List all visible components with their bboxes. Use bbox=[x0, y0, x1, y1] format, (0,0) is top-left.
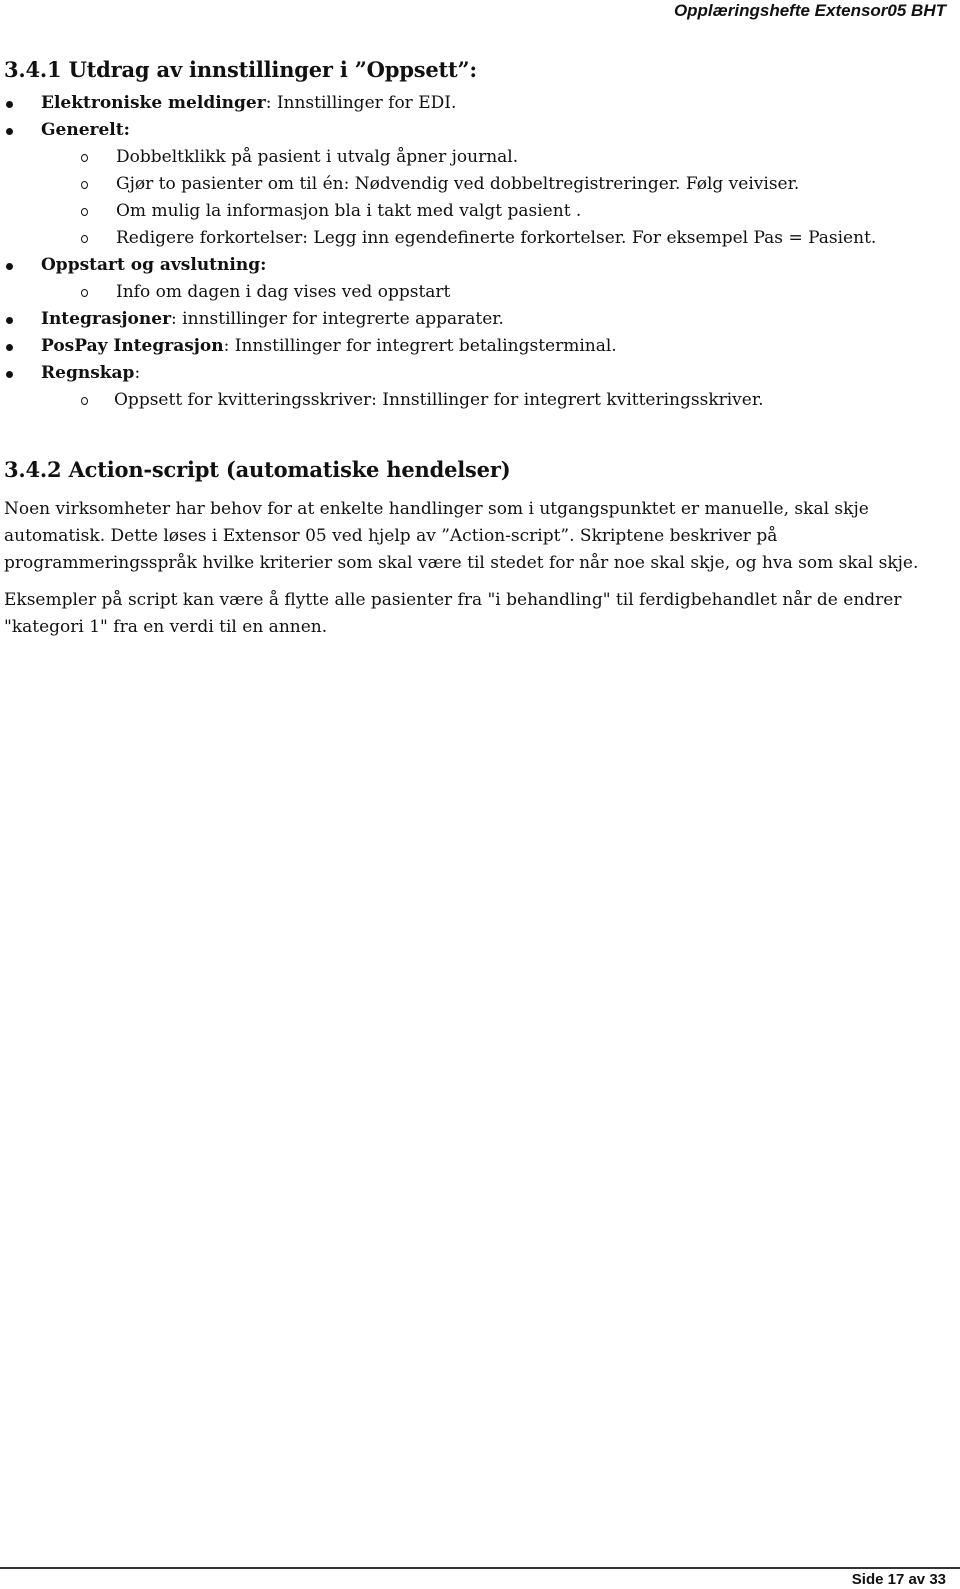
document-header-title: Opplæringshefte Extensor05 BHT bbox=[673, 1, 946, 20]
sub-item-text: Info om dagen i dag vises ved oppstart bbox=[116, 282, 451, 302]
section-heading-settings: 3.4.1 Utdrag av innstillinger i ”Oppsett… bbox=[4, 57, 477, 82]
list-item: Elektroniske meldinger: Innstillinger fo… bbox=[4, 90, 944, 117]
item-label: Generelt: bbox=[41, 120, 130, 140]
sub-bullet-icon bbox=[81, 154, 88, 162]
item-text: : bbox=[134, 363, 141, 383]
sub-list-item: Oppsett for kvitteringsskriver: Innstill… bbox=[4, 387, 944, 414]
sub-bullet-icon bbox=[81, 235, 88, 243]
sub-item-text: Dobbeltklikk på pasient i utvalg åpner j… bbox=[116, 147, 519, 167]
footer-divider bbox=[0, 1567, 960, 1569]
sub-list-item: Om mulig la informasjon bla i takt med v… bbox=[4, 198, 944, 225]
sub-list-item: Dobbeltklikk på pasient i utvalg åpner j… bbox=[4, 144, 944, 171]
sub-item-text: Oppsett for kvitteringsskriver: Innstill… bbox=[114, 390, 764, 410]
item-text: : Innstillinger for integrert betalingst… bbox=[223, 336, 617, 356]
item-label: Regnskap bbox=[41, 363, 135, 383]
sub-bullet-icon bbox=[81, 208, 88, 216]
sub-item-text: Gjør to pasienter om til én: Nødvendig v… bbox=[116, 174, 800, 194]
item-label: PosPay Integrasjon bbox=[41, 336, 224, 356]
sub-item-text: Redigere forkortelser: Legg inn egendefi… bbox=[116, 228, 877, 248]
sub-bullet-icon bbox=[81, 289, 88, 297]
sub-bullet-icon bbox=[81, 397, 88, 405]
section-heading-action-script: 3.4.2 Action-script (automatiske hendels… bbox=[4, 457, 511, 482]
paragraph: Noen virksomheter har behov for at enkel… bbox=[4, 499, 919, 573]
sub-list-item: Redigere forkortelser: Legg inn egendefi… bbox=[4, 225, 944, 252]
bullet-icon bbox=[6, 344, 13, 351]
bullet-icon bbox=[6, 101, 13, 108]
sub-item-text: Om mulig la informasjon bla i takt med v… bbox=[116, 201, 582, 221]
item-label: Elektroniske meldinger bbox=[41, 93, 266, 113]
sub-bullet-icon bbox=[81, 181, 88, 189]
sub-list-item: Gjør to pasienter om til én: Nødvendig v… bbox=[4, 171, 944, 198]
bullet-icon bbox=[6, 263, 13, 270]
paragraph: Eksempler på script kan være å flytte al… bbox=[4, 590, 902, 637]
item-text: : Innstillinger for EDI. bbox=[265, 93, 457, 113]
bullet-icon bbox=[6, 128, 13, 135]
page-number: Side 17 av 33 bbox=[851, 1571, 946, 1588]
item-label: Integrasjoner bbox=[41, 309, 172, 329]
sub-list-item: Info om dagen i dag vises ved oppstart bbox=[4, 279, 944, 306]
item-label: Oppstart og avslutning: bbox=[41, 255, 267, 275]
page-content: 3.4.1 Utdrag av innstillinger i ”Oppsett… bbox=[4, 56, 944, 651]
list-item: PosPay Integrasjon: Innstillinger for in… bbox=[4, 333, 944, 360]
list-item: Generelt: bbox=[4, 117, 944, 144]
list-item: Regnskap: bbox=[4, 360, 944, 387]
list-item: Oppstart og avslutning: bbox=[4, 252, 944, 279]
bullet-icon bbox=[6, 371, 13, 378]
settings-list: Elektroniske meldinger: Innstillinger fo… bbox=[4, 90, 944, 414]
list-item: Integrasjoner: innstillinger for integre… bbox=[4, 306, 944, 333]
bullet-icon bbox=[6, 317, 13, 324]
item-text: : innstillinger for integrerte apparater… bbox=[171, 309, 504, 329]
